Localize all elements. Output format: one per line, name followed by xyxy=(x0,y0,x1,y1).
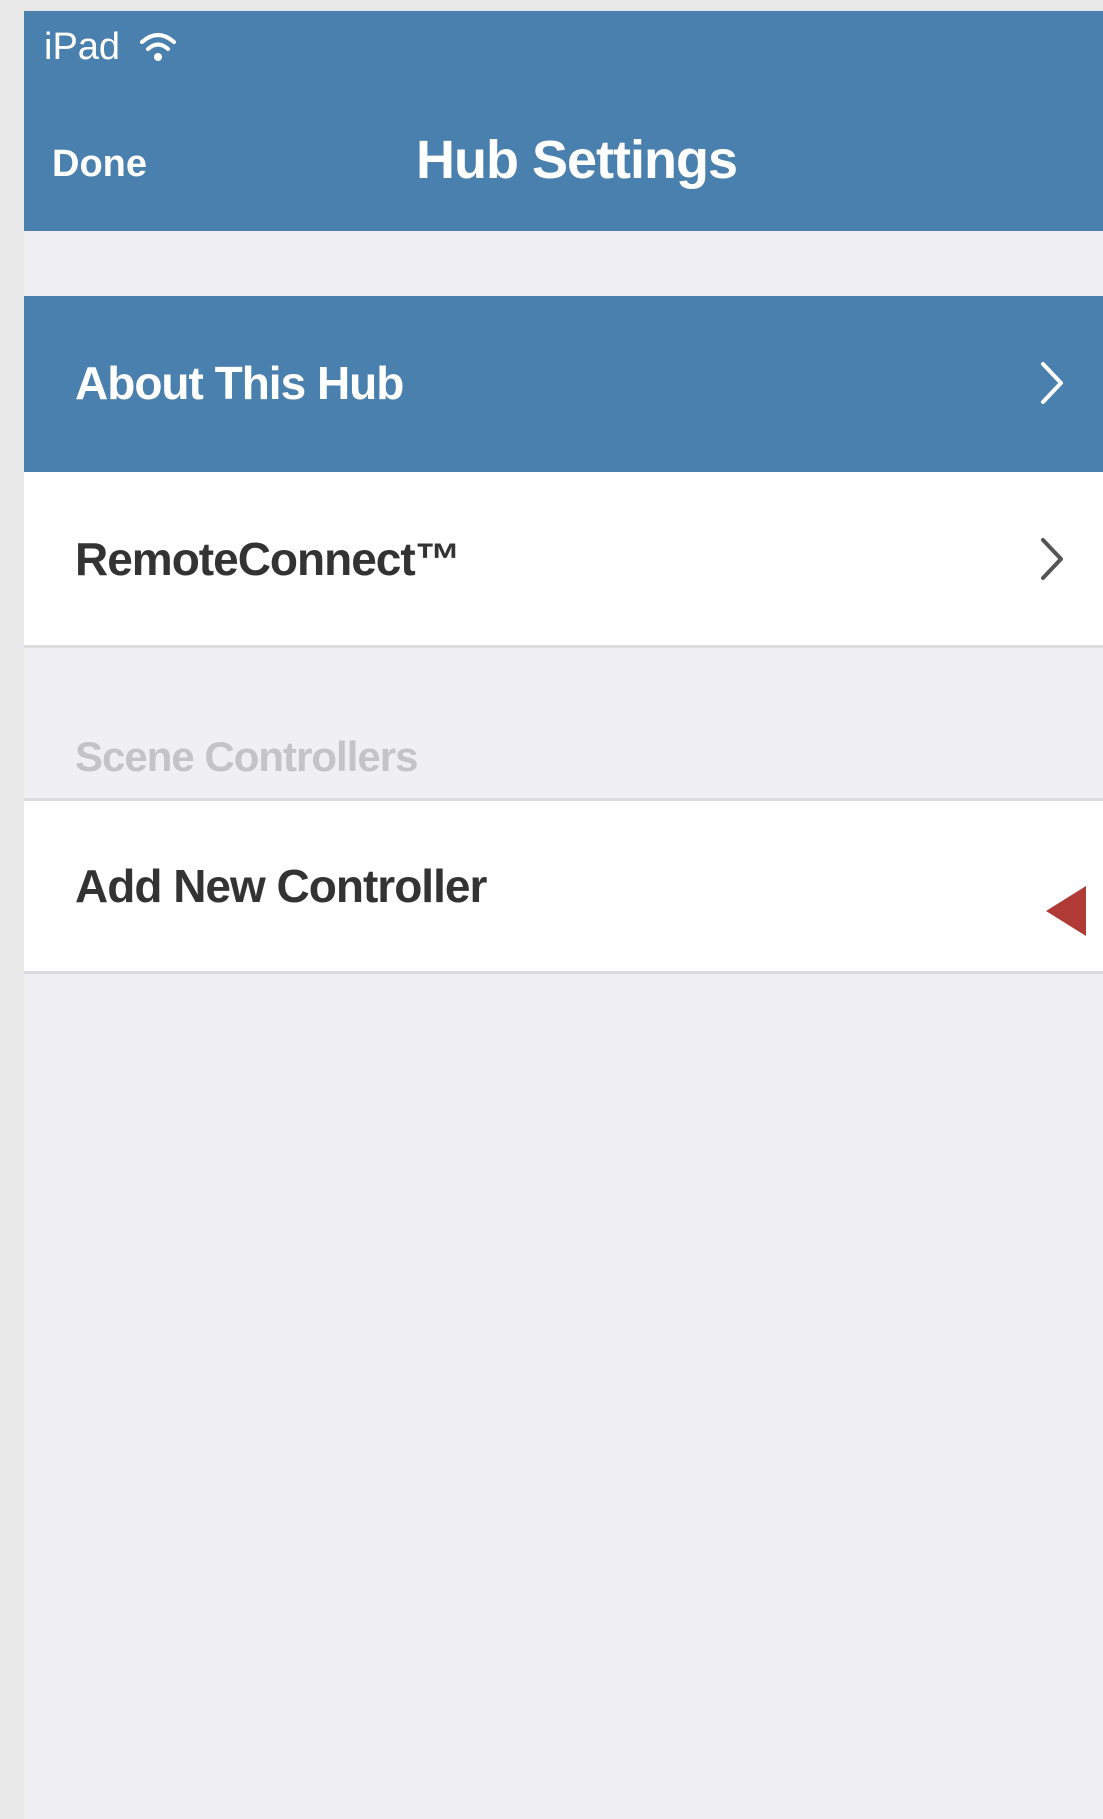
device-label: iPad xyxy=(44,25,121,68)
remoteconnect-row[interactable]: RemoteConnect™ xyxy=(24,472,1103,648)
about-this-hub-row[interactable]: About This Hub xyxy=(24,296,1103,472)
red-pointer-arrow-icon xyxy=(1046,886,1086,936)
add-new-controller-row[interactable]: Add New Controller xyxy=(24,798,1103,974)
chevron-right-icon xyxy=(1041,537,1063,580)
chevron-right-icon xyxy=(1041,361,1063,404)
status-bar: iPad xyxy=(44,25,178,69)
ipad-screen: iPad Done Hub Settings About This Hub Re… xyxy=(24,11,1103,1819)
section-header-scene-controllers: Scene Controllers xyxy=(75,733,418,780)
row-label: About This Hub xyxy=(75,356,404,409)
navigation-bar: iPad Done Hub Settings xyxy=(24,11,1103,231)
done-button[interactable]: Done xyxy=(52,143,147,186)
row-label: Add New Controller xyxy=(75,860,487,912)
page-title: Hub Settings xyxy=(416,130,738,190)
wifi-icon xyxy=(140,33,177,61)
row-label: RemoteConnect™ xyxy=(75,532,461,585)
